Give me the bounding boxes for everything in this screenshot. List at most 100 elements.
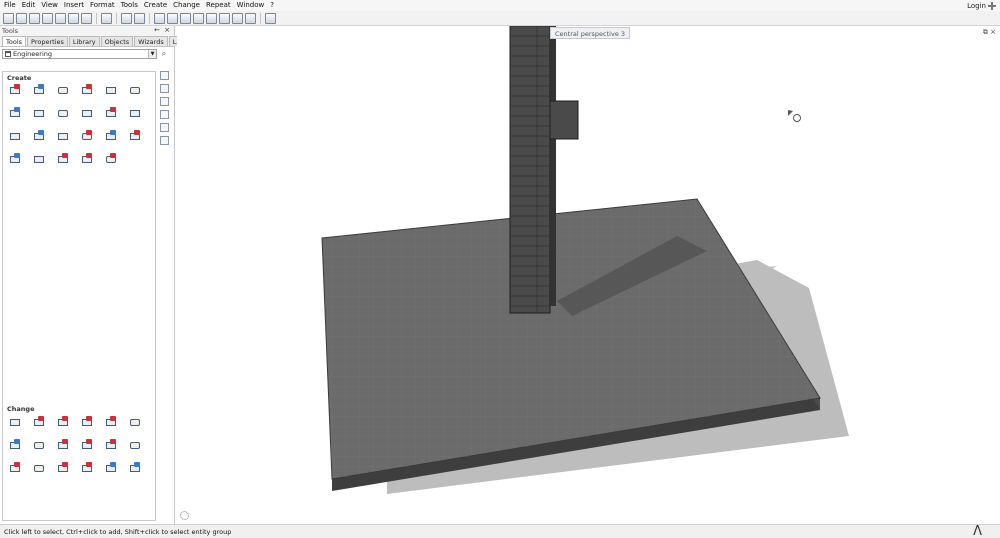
palette-tabs: Tools Properties Library Objects Wizards…	[0, 36, 199, 47]
menu-window[interactable]: Window	[234, 0, 268, 11]
tool-icon[interactable]	[33, 416, 46, 429]
tool-icon[interactable]	[33, 153, 46, 166]
tool-icon[interactable]	[81, 416, 94, 429]
document-icon[interactable]	[159, 84, 169, 93]
tool-icon[interactable]	[9, 416, 22, 429]
tool-icon[interactable]	[9, 84, 22, 97]
pin-icon[interactable]: ←	[154, 26, 160, 34]
undo-icon[interactable]	[121, 12, 132, 24]
tool-icon[interactable]	[129, 416, 142, 429]
tool-icon[interactable]	[129, 130, 142, 143]
palette-side-strip	[158, 71, 170, 181]
tool-icon[interactable]	[57, 416, 70, 429]
gear-icon[interactable]	[180, 511, 189, 520]
menu-insert[interactable]: Insert	[61, 0, 87, 11]
search-icon[interactable]: ⌕	[159, 49, 169, 59]
tool-icon[interactable]	[57, 462, 70, 475]
menu-help[interactable]: ?	[267, 0, 277, 11]
tools-palette: Tools ← × Tools Properties Library Objec…	[0, 26, 199, 524]
tool-icon[interactable]	[81, 153, 94, 166]
menu-change[interactable]: Change	[170, 0, 203, 11]
copy-icon[interactable]	[42, 12, 53, 24]
category-value: Engineering	[13, 49, 52, 58]
tool-icon[interactable]	[81, 130, 94, 143]
redo-icon[interactable]	[134, 12, 145, 24]
login-button[interactable]: Login	[967, 0, 996, 11]
tool-icon[interactable]	[9, 462, 22, 475]
open-file-icon[interactable]	[29, 12, 40, 24]
tool-area: Create Change	[2, 71, 156, 521]
menu-create[interactable]: Create	[141, 0, 170, 11]
tool-icon[interactable]	[57, 84, 70, 97]
delete-icon[interactable]	[193, 12, 204, 24]
tool-icon[interactable]	[9, 107, 22, 120]
tool-icon[interactable]	[57, 130, 70, 143]
tool-icon[interactable]	[9, 439, 22, 452]
tool-icon[interactable]	[129, 439, 142, 452]
rectangle-icon[interactable]	[167, 12, 178, 24]
tool-icon[interactable]	[129, 462, 142, 475]
tab-objects[interactable]: Objects	[100, 36, 134, 46]
copy-elements-icon[interactable]	[219, 12, 230, 24]
tool-icon[interactable]	[105, 153, 118, 166]
tab-library[interactable]: Library	[68, 36, 100, 46]
tab-properties[interactable]: Properties	[27, 36, 68, 46]
tool-icon[interactable]	[33, 462, 46, 475]
cube-icon[interactable]	[245, 12, 256, 24]
tool-icon[interactable]	[81, 439, 94, 452]
menu-edit[interactable]: Edit	[19, 0, 39, 11]
move-icon[interactable]	[206, 12, 217, 24]
3d-viewport[interactable]: Central perspective 3 ⧉ ×	[177, 26, 1000, 524]
tool-icon[interactable]	[9, 153, 22, 166]
tool-icon[interactable]	[57, 153, 70, 166]
menu-file[interactable]: File	[0, 0, 19, 11]
view-name-label[interactable]: Central perspective 3	[550, 27, 631, 39]
layer-icon[interactable]	[3, 12, 14, 24]
view-icon[interactable]	[159, 71, 169, 80]
info-icon[interactable]	[159, 110, 169, 119]
close-icon[interactable]: ×	[164, 26, 170, 34]
display-icon[interactable]	[101, 12, 112, 24]
chevron-up-icon[interactable]: Λ	[973, 525, 982, 538]
category-dropdown[interactable]: Engineering ▼	[2, 48, 157, 59]
tool-icon[interactable]	[105, 130, 118, 143]
tool-icon[interactable]	[57, 439, 70, 452]
tool-icon[interactable]	[105, 462, 118, 475]
split-icon[interactable]	[180, 12, 191, 24]
tool-icon[interactable]	[33, 84, 46, 97]
tool-icon[interactable]	[57, 107, 70, 120]
tab-tools[interactable]: Tools	[2, 36, 27, 46]
menu-view[interactable]: View	[38, 0, 61, 11]
tool-icon[interactable]	[105, 107, 118, 120]
save-icon[interactable]	[55, 12, 66, 24]
list-icon[interactable]	[159, 136, 169, 145]
rotate-icon[interactable]	[232, 12, 243, 24]
tool-icon[interactable]	[81, 84, 94, 97]
tool-icon[interactable]	[33, 439, 46, 452]
layers-icon[interactable]	[159, 123, 169, 132]
tool-icon[interactable]	[105, 416, 118, 429]
new-file-icon[interactable]	[16, 12, 27, 24]
menu-tools[interactable]: Tools	[118, 0, 141, 11]
chevron-down-icon[interactable]: ▼	[148, 49, 156, 58]
menu-format[interactable]: Format	[87, 0, 118, 11]
tool-icon[interactable]	[129, 84, 142, 97]
add-icon[interactable]	[68, 12, 79, 24]
view-window-controls[interactable]: ⧉ ×	[983, 28, 996, 37]
tool-icon[interactable]	[81, 107, 94, 120]
tab-wizards[interactable]: Wizards	[134, 36, 168, 46]
tool-icon[interactable]	[33, 107, 46, 120]
tool-icon[interactable]	[129, 107, 142, 120]
tool-icon[interactable]	[105, 84, 118, 97]
toolbar-divider	[96, 12, 97, 24]
print-icon[interactable]	[81, 12, 92, 24]
image-icon[interactable]	[159, 97, 169, 106]
tool-icon[interactable]	[81, 462, 94, 475]
menu-repeat[interactable]: Repeat	[203, 0, 234, 11]
zoom-icon[interactable]	[265, 12, 276, 24]
line-icon[interactable]	[154, 12, 165, 24]
tool-icon[interactable]	[9, 130, 22, 143]
tool-icon[interactable]	[105, 439, 118, 452]
tool-icon[interactable]	[33, 130, 46, 143]
3d-scene[interactable]	[177, 26, 1000, 524]
